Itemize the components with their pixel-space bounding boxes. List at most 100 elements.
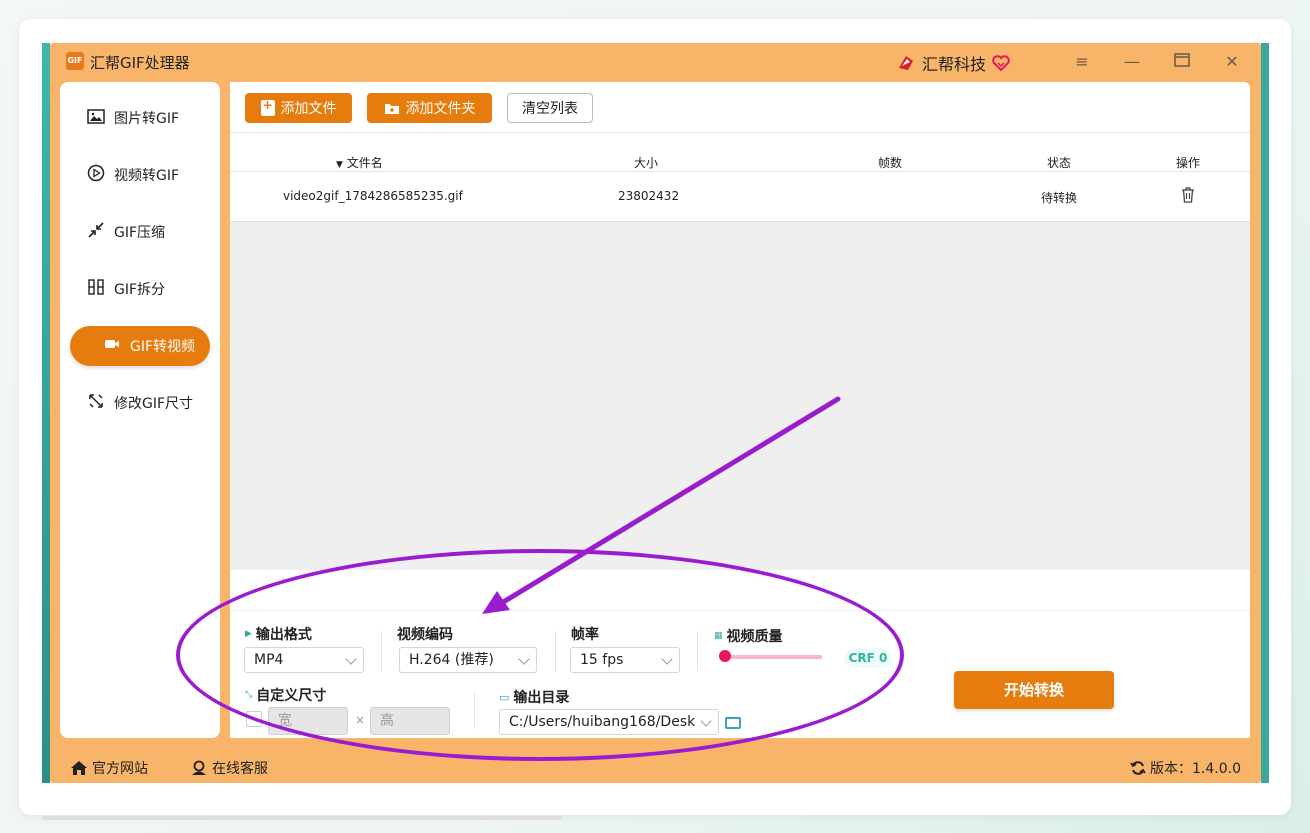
website-label: 官方网站 — [92, 761, 148, 777]
add-folder-button[interactable]: 添加文件夹 — [367, 93, 492, 123]
column-header-size: 大小 — [634, 156, 659, 170]
app-title: 汇帮GIF处理器 — [90, 54, 190, 72]
height-input[interactable]: 高 — [370, 707, 450, 735]
background-strip — [1261, 43, 1269, 783]
column-header-name-label: 文件名 — [346, 156, 383, 170]
quality-label: ▦ 视频质量 — [714, 626, 783, 646]
sidebar-item-label: 图片转GIF — [114, 111, 180, 127]
file-name-cell: video2gif_1784286585235.gif — [283, 189, 463, 203]
version-info: 版本：1.4.0.0 — [1130, 758, 1241, 778]
table-row[interactable]: video2gif_1784286585235.gif 23802432 待转换 — [230, 172, 1250, 222]
column-header-frames: 帧数 — [878, 156, 903, 170]
sidebar-item-label: GIF转视频 — [130, 339, 196, 355]
video-small-icon: ▶ — [245, 629, 252, 639]
background-strip — [42, 43, 50, 783]
sidebar-item-gif-split[interactable]: GIF拆分 — [70, 269, 210, 309]
output-format-label: ▶ 输出格式 — [245, 624, 312, 644]
add-file-icon — [260, 98, 275, 116]
file-size-cell: 23802432 — [618, 189, 680, 203]
times-sign: × — [355, 713, 366, 727]
clear-list-button[interactable]: 清空列表 — [507, 93, 593, 123]
divider — [474, 693, 475, 729]
trash-icon[interactable] — [1181, 187, 1195, 203]
fps-value: 15 fps — [580, 652, 624, 668]
settings-panel: ▶ 输出格式 MP4 视频编码 H.264 (推荐) 帧率 15 fps ▦ 视… — [230, 610, 1250, 738]
output-format-label-text: 输出格式 — [255, 627, 312, 643]
home-icon — [71, 761, 87, 775]
table-header: ▼ 文件名 大小 帧数 状态 操作 — [230, 132, 1250, 172]
custom-size-label-text: 自定义尺寸 — [256, 688, 327, 704]
sidebar-item-image-to-gif[interactable]: 图片转GIF — [70, 98, 210, 138]
quality-label-text: 视频质量 — [726, 629, 783, 645]
divider — [381, 631, 382, 671]
version-label: 版本：1.4.0.0 — [1150, 761, 1241, 777]
horizontal-scrollbar[interactable] — [42, 816, 562, 820]
chevron-down-icon — [700, 715, 712, 727]
support-label: 在线客服 — [212, 761, 268, 777]
resize-icon — [86, 393, 106, 413]
heart-icon — [992, 55, 1010, 71]
quality-slider-handle[interactable] — [719, 650, 731, 662]
fps-label: 帧率 — [571, 627, 599, 643]
codec-value: H.264 (推荐) — [409, 652, 494, 668]
file-status-cell: 待转换 — [1041, 191, 1078, 205]
sidebar-item-label: 视频转GIF — [114, 168, 180, 184]
sidebar-item-gif-compress[interactable]: GIF压缩 — [70, 212, 210, 252]
toolbar: 添加文件 添加文件夹 清空列表 — [230, 82, 1250, 132]
brand-name: 汇帮科技 — [922, 55, 987, 74]
brand-logo-icon — [899, 56, 913, 70]
output-dir-value: C:/Users/huibang168/Desk — [509, 714, 696, 730]
sidebar: 图片转GIF 视频转GIF GIF压缩 GIF拆分 GIF转视频 修改GIF尺寸 — [60, 82, 220, 738]
column-header-action: 操作 — [1176, 156, 1201, 170]
output-format-value: MP4 — [254, 652, 284, 668]
sidebar-item-video-to-gif[interactable]: 视频转GIF — [70, 155, 210, 195]
chevron-down-icon — [345, 653, 357, 665]
support-link[interactable]: 在线客服 — [190, 758, 268, 778]
width-input[interactable]: 宽 — [268, 707, 348, 735]
title-bar: GIF 汇帮GIF处理器 汇帮科技 ≡ — ✕ — [50, 43, 1261, 81]
close-icon[interactable]: ✕ — [1221, 51, 1243, 73]
codec-label: 视频编码 — [397, 627, 453, 643]
quality-slider-track[interactable] — [726, 655, 822, 659]
start-convert-button[interactable]: 开始转换 — [954, 671, 1114, 709]
fps-select[interactable]: 15 fps — [570, 647, 680, 673]
add-folder-icon — [384, 103, 399, 114]
image-icon — [86, 108, 106, 128]
sidebar-item-gif-to-video[interactable]: GIF转视频 — [70, 326, 210, 366]
chevron-down-icon — [518, 653, 530, 665]
custom-size-checkbox[interactable] — [246, 711, 262, 727]
output-dir-label-text: 输出目录 — [513, 690, 570, 706]
main-panel: 添加文件 添加文件夹 清空列表 ▼ 文件名 大小 帧数 状态 操作 video2… — [230, 82, 1250, 738]
add-folder-label: 添加文件夹 — [405, 101, 476, 117]
brand: 汇帮科技 — [896, 51, 1010, 75]
sidebar-item-resize-gif[interactable]: 修改GIF尺寸 — [70, 383, 210, 423]
compress-icon — [86, 222, 106, 242]
refresh-icon — [1130, 761, 1146, 775]
sidebar-item-label: 修改GIF尺寸 — [114, 396, 194, 412]
chevron-down-icon — [661, 653, 673, 665]
sidebar-item-label: GIF拆分 — [114, 282, 166, 298]
custom-size-label: ⤡ 自定义尺寸 — [245, 685, 326, 705]
folder-small-icon: ▭ — [499, 690, 510, 704]
footer: 官方网站 在线客服 版本：1.4.0.0 — [50, 745, 1261, 783]
minimize-icon[interactable]: — — [1121, 51, 1143, 73]
play-circle-icon — [86, 164, 106, 186]
open-folder-icon[interactable] — [725, 717, 741, 729]
video-icon — [102, 338, 122, 354]
column-header-status: 状态 — [1047, 156, 1072, 170]
app-logo-icon: GIF — [66, 52, 84, 70]
resize-small-icon: ⤡ — [245, 690, 253, 700]
menu-icon[interactable]: ≡ — [1071, 51, 1093, 73]
maximize-icon[interactable] — [1171, 51, 1193, 73]
add-file-button[interactable]: 添加文件 — [245, 93, 352, 123]
sidebar-item-label: GIF压缩 — [114, 225, 166, 241]
divider — [555, 631, 556, 671]
grid-icon: ▦ — [714, 631, 723, 641]
app-window: GIF 汇帮GIF处理器 汇帮科技 ≡ — ✕ 图片转GIF 视频转GIF GI… — [50, 43, 1261, 783]
output-dir-select[interactable]: C:/Users/huibang168/Desk — [499, 709, 719, 735]
website-link[interactable]: 官方网站 — [70, 758, 148, 778]
codec-select[interactable]: H.264 (推荐) — [399, 647, 537, 673]
output-format-select[interactable]: MP4 — [244, 647, 364, 673]
column-header-name[interactable]: ▼ 文件名 — [336, 154, 383, 171]
crf-badge: CRF 0 — [844, 648, 892, 668]
